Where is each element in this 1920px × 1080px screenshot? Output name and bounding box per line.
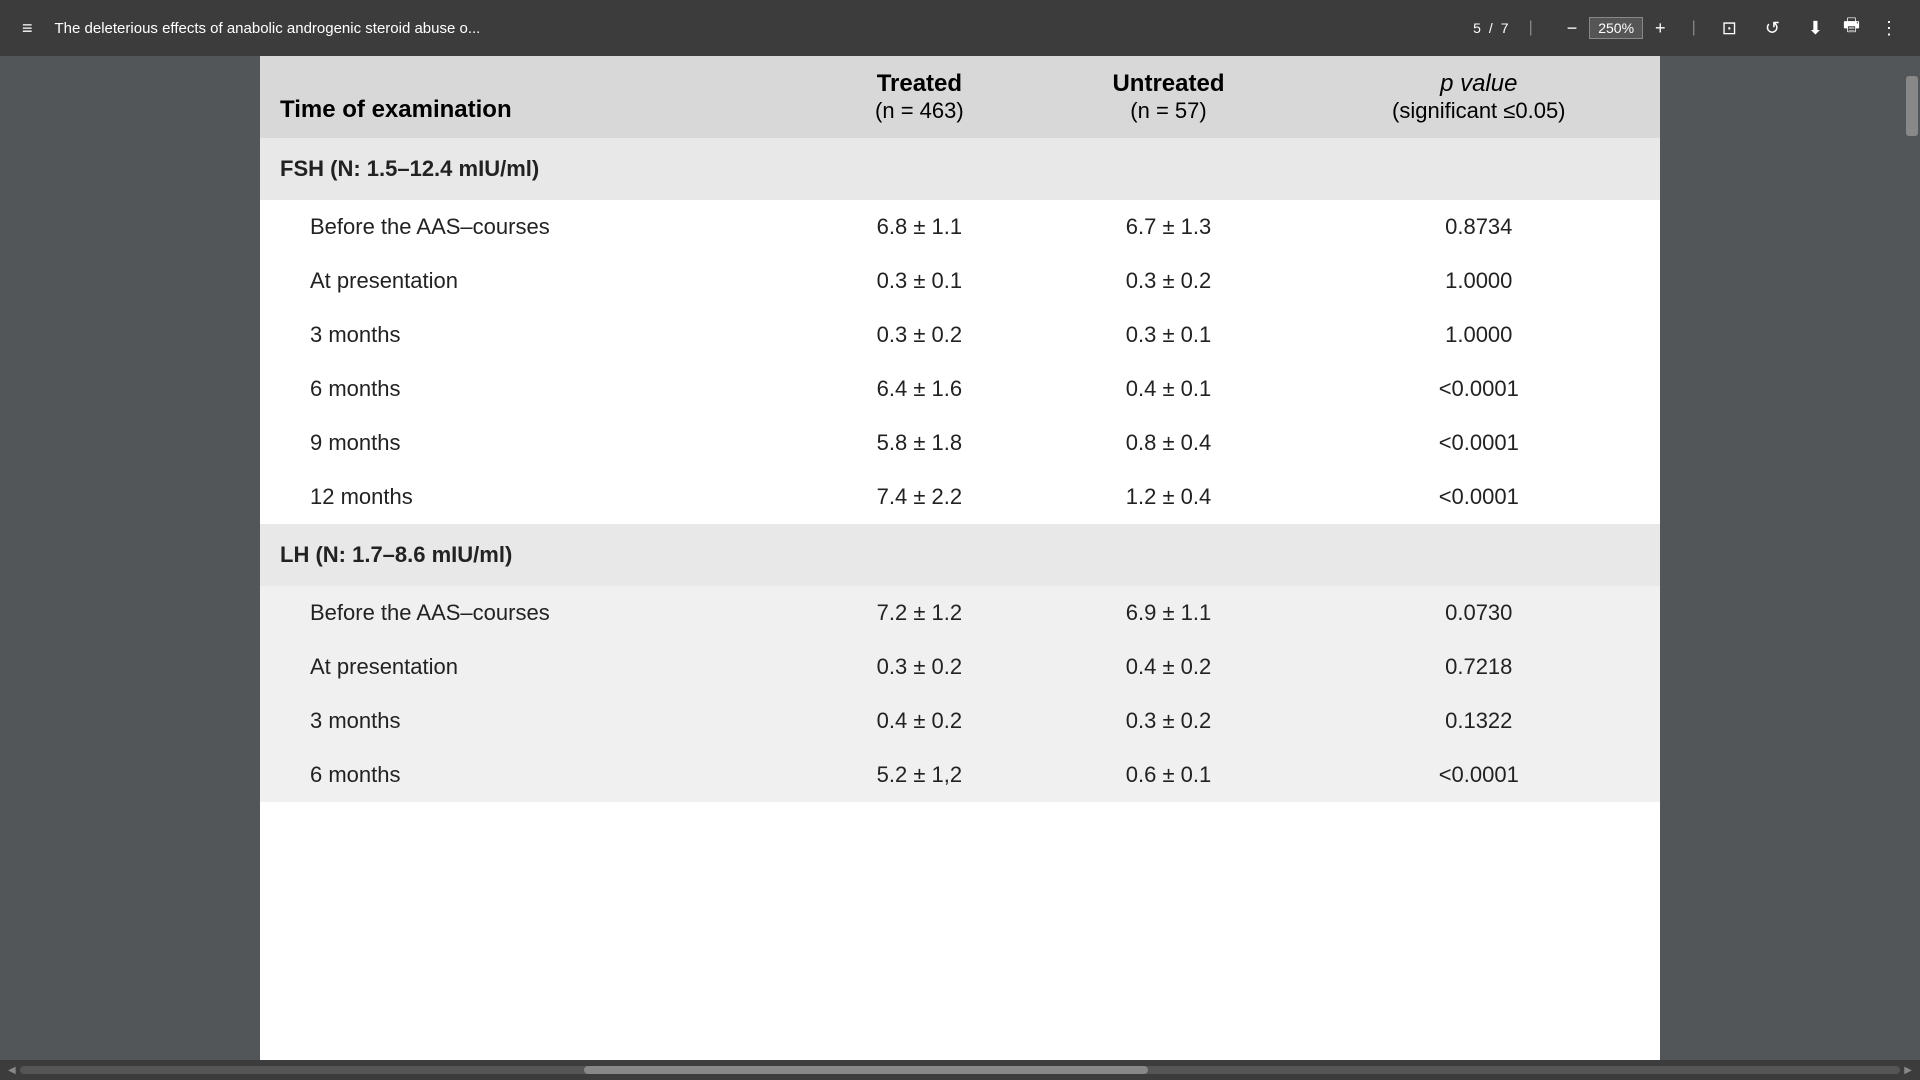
cell-time: At presentation — [260, 640, 799, 694]
zoom-value[interactable]: 250% — [1589, 17, 1643, 39]
cell-time: Before the AAS–courses — [260, 200, 799, 254]
cell-treated: 5.8 ± 1.8 — [799, 416, 1039, 470]
table-header-row: Time of examination Treated (n = 463) Un… — [260, 56, 1660, 138]
col-header-pvalue: p value (significant ≤0.05) — [1298, 56, 1660, 138]
cell-pvalue: 1.0000 — [1298, 308, 1660, 362]
scrollbar-track[interactable] — [20, 1066, 1901, 1074]
cell-pvalue: 0.8734 — [1298, 200, 1660, 254]
menu-icon[interactable]: ≡ — [16, 14, 39, 43]
cell-treated: 0.3 ± 0.2 — [799, 308, 1039, 362]
page-navigation: 5 / 7 — [1473, 20, 1508, 36]
cell-untreated: 0.6 ± 0.1 — [1039, 748, 1297, 802]
content-area: Time of examination Treated (n = 463) Un… — [0, 56, 1920, 1060]
horizontal-scrollbar-thumb[interactable] — [584, 1066, 1148, 1074]
cell-treated: 0.4 ± 0.2 — [799, 694, 1039, 748]
download-icon[interactable]: ⬇ — [1802, 14, 1829, 43]
cell-pvalue: 1.0000 — [1298, 254, 1660, 308]
col-header-time: Time of examination — [260, 56, 799, 138]
cell-pvalue: <0.0001 — [1298, 748, 1660, 802]
cell-treated: 6.4 ± 1.6 — [799, 362, 1039, 416]
cell-treated: 6.8 ± 1.1 — [799, 200, 1039, 254]
scrollbar-thumb[interactable] — [1906, 76, 1918, 136]
cell-time: 6 months — [260, 362, 799, 416]
cell-untreated: 0.4 ± 0.2 — [1039, 640, 1297, 694]
scroll-left-icon[interactable]: ◀ — [8, 1065, 16, 1076]
cell-untreated: 0.3 ± 0.2 — [1039, 254, 1297, 308]
table-row: 12 months7.4 ± 2.21.2 ± 0.4<0.0001 — [260, 470, 1660, 524]
cell-time: 3 months — [260, 694, 799, 748]
cell-time: Before the AAS–courses — [260, 586, 799, 640]
table-row: 3 months0.3 ± 0.20.3 ± 0.11.0000 — [260, 308, 1660, 362]
cell-untreated: 0.3 ± 0.2 — [1039, 694, 1297, 748]
table-row: At presentation0.3 ± 0.20.4 ± 0.20.7218 — [260, 640, 1660, 694]
zoom-in-button[interactable]: + — [1649, 14, 1672, 43]
cell-pvalue: 0.1322 — [1298, 694, 1660, 748]
cell-treated: 7.4 ± 2.2 — [799, 470, 1039, 524]
table-row: 3 months0.4 ± 0.20.3 ± 0.20.1322 — [260, 694, 1660, 748]
cell-untreated: 0.8 ± 0.4 — [1039, 416, 1297, 470]
cell-untreated: 1.2 ± 0.4 — [1039, 470, 1297, 524]
cell-time: 12 months — [260, 470, 799, 524]
table-row: At presentation0.3 ± 0.10.3 ± 0.21.0000 — [260, 254, 1660, 308]
cell-time: At presentation — [260, 254, 799, 308]
scroll-right-icon[interactable]: ▶ — [1904, 1065, 1912, 1076]
zoom-controls: − 250% + — [1561, 14, 1672, 43]
table-container: Time of examination Treated (n = 463) Un… — [260, 56, 1660, 802]
cell-pvalue: <0.0001 — [1298, 362, 1660, 416]
table-row: 6 months5.2 ± 1,20.6 ± 0.1<0.0001 — [260, 748, 1660, 802]
col-header-untreated: Untreated (n = 57) — [1039, 56, 1297, 138]
cell-treated: 0.3 ± 0.2 — [799, 640, 1039, 694]
cell-treated: 5.2 ± 1,2 — [799, 748, 1039, 802]
cell-pvalue: 0.7218 — [1298, 640, 1660, 694]
bottom-scrollbar[interactable]: ◀ ▶ — [0, 1060, 1920, 1080]
toolbar-right: ⬇ 🖶 ⋮ — [1802, 9, 1904, 47]
rotate-icon[interactable]: ↺ — [1759, 14, 1786, 43]
fit-page-icon[interactable]: ⊡ — [1716, 14, 1743, 43]
col-header-treated: Treated (n = 463) — [799, 56, 1039, 138]
table-row: 9 months5.8 ± 1.80.8 ± 0.4<0.0001 — [260, 416, 1660, 470]
section-header-lh: LH (N: 1.7–8.6 mIU/ml) — [260, 524, 1660, 586]
separator2: | — [1692, 19, 1696, 37]
data-table: Time of examination Treated (n = 463) Un… — [260, 56, 1660, 802]
section-header-fsh: FSH (N: 1.5–12.4 mIU/ml) — [260, 138, 1660, 200]
print-icon[interactable]: 🖶 — [1837, 9, 1866, 47]
cell-pvalue: <0.0001 — [1298, 416, 1660, 470]
cell-time: 3 months — [260, 308, 799, 362]
page-current[interactable]: 5 — [1473, 20, 1481, 36]
cell-untreated: 6.7 ± 1.3 — [1039, 200, 1297, 254]
cell-treated: 0.3 ± 0.1 — [799, 254, 1039, 308]
cell-untreated: 6.9 ± 1.1 — [1039, 586, 1297, 640]
cell-untreated: 0.4 ± 0.1 — [1039, 362, 1297, 416]
more-options-icon[interactable]: ⋮ — [1874, 14, 1904, 43]
cell-pvalue: 0.0730 — [1298, 586, 1660, 640]
toolbar: ≡ The deleterious effects of anabolic an… — [0, 0, 1920, 56]
zoom-out-button[interactable]: − — [1561, 14, 1584, 43]
cell-untreated: 0.3 ± 0.1 — [1039, 308, 1297, 362]
page-separator: / — [1489, 20, 1493, 36]
cell-time: 9 months — [260, 416, 799, 470]
cell-pvalue: <0.0001 — [1298, 470, 1660, 524]
table-row: Before the AAS–courses6.8 ± 1.16.7 ± 1.3… — [260, 200, 1660, 254]
cell-treated: 7.2 ± 1.2 — [799, 586, 1039, 640]
page-total: 7 — [1501, 20, 1509, 36]
separator: | — [1529, 19, 1533, 37]
vertical-scrollbar[interactable] — [1904, 56, 1920, 1040]
cell-time: 6 months — [260, 748, 799, 802]
table-row: 6 months6.4 ± 1.60.4 ± 0.1<0.0001 — [260, 362, 1660, 416]
table-row: Before the AAS–courses7.2 ± 1.26.9 ± 1.1… — [260, 586, 1660, 640]
pdf-page: Time of examination Treated (n = 463) Un… — [260, 56, 1660, 1060]
document-title: The deleterious effects of anabolic andr… — [55, 20, 1458, 37]
